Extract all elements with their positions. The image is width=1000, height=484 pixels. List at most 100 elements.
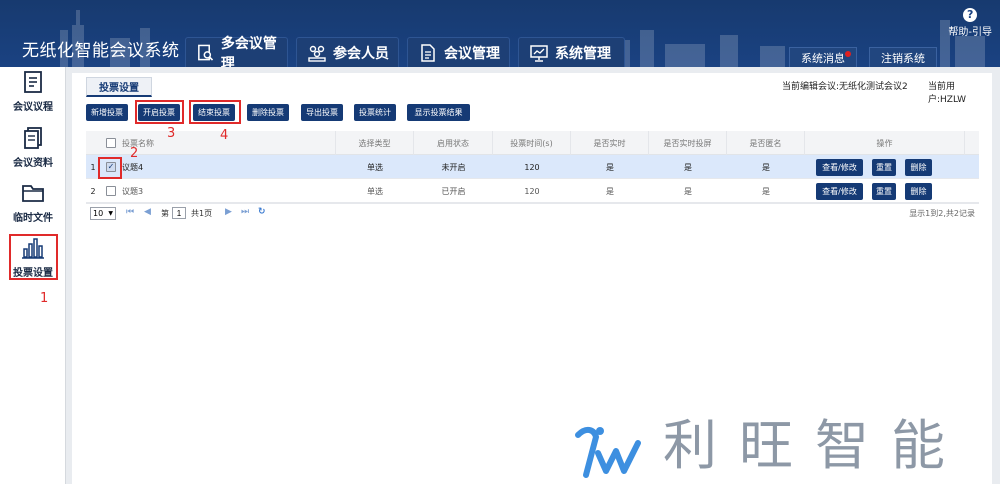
nav-tab-attendees[interactable]: 参会人员 — [296, 37, 399, 67]
last-page-icon[interactable]: ⏭ — [241, 207, 249, 217]
sidebar-item-materials[interactable]: 会议资料 — [0, 125, 66, 175]
search-doc-icon — [198, 44, 214, 61]
sidebar-item-label: 会议议程 — [13, 102, 53, 113]
select-all-cell — [100, 131, 122, 155]
vote-name: 议题4 — [122, 162, 144, 172]
people-icon — [308, 45, 326, 62]
next-page-icon[interactable]: ▶ — [225, 207, 232, 217]
annotation-box-checkbox — [98, 157, 122, 179]
export-vote-button[interactable]: 导出投票 — [301, 104, 343, 121]
column-header[interactable]: 投票名称 — [122, 131, 336, 155]
annotation-number-1: 1 — [40, 291, 49, 306]
reset-button[interactable]: 重置 — [872, 159, 896, 176]
help-icon: ? — [963, 8, 978, 22]
index-header — [86, 131, 100, 155]
vote-anonymous: 是 — [762, 186, 770, 196]
system-messages-label: 系统消息 — [801, 51, 845, 65]
vote-statistics-button[interactable]: 投票统计 — [354, 104, 396, 121]
record-summary: 显示1到2,共2记录 — [909, 209, 975, 218]
page-size-value: 10 — [93, 209, 104, 218]
logout-label: 注销系统 — [881, 51, 925, 65]
monitor-icon — [530, 44, 548, 62]
column-header[interactable]: 是否匿名 — [727, 131, 805, 155]
notification-dot-icon — [845, 51, 851, 57]
nav-tab-label: 参会人员 — [333, 45, 389, 62]
page-number-input[interactable] — [172, 207, 186, 219]
annotation-box-sidebar — [9, 234, 58, 280]
nav-tab-label: 多会议管理 — [220, 35, 277, 68]
page-size-select[interactable]: 10 ▼ — [90, 207, 116, 220]
vote-status: 未开启 — [441, 162, 466, 172]
row-index: 2 — [90, 186, 96, 196]
refresh-icon[interactable]: ↻ — [258, 207, 266, 217]
sidebar-item-agenda[interactable]: 会议议程 — [0, 69, 66, 119]
document-icon — [421, 43, 435, 62]
brand-watermark-text: 利旺智能 — [663, 414, 967, 477]
add-vote-button[interactable]: 新增投票 — [86, 104, 128, 121]
table-row[interactable]: 2 议题3 单选 已开启 120 是 是 是 查看/修改 重置 删除 — [86, 179, 979, 203]
annotation-number-2: 2 — [130, 146, 139, 161]
pagination-bar: 10 ▼ ⏮ ◀ 第 共1页 ▶ ⏭ ↻ 显示1到2,共2记录 — [86, 203, 979, 223]
view-edit-button[interactable]: 查看/修改 — [816, 183, 863, 200]
folder-icon — [22, 185, 44, 202]
current-user-label: 当前用户:HZLW — [928, 82, 967, 105]
page-count-label: 共1页 — [191, 209, 213, 218]
vote-realtime-screen: 是 — [684, 186, 692, 196]
vote-name: 议题3 — [122, 186, 144, 196]
nav-tab-system-management[interactable]: 系统管理 — [518, 37, 625, 67]
agenda-icon — [24, 71, 42, 93]
vote-time: 120 — [524, 186, 540, 196]
prev-page-icon[interactable]: ◀ — [144, 207, 151, 217]
tab-vote-settings[interactable]: 投票设置 — [86, 77, 152, 97]
current-meeting-label: 当前编辑会议:无纸化测试会议2 — [782, 82, 908, 92]
column-header[interactable]: 投票时间(s) — [493, 131, 571, 155]
vote-anonymous: 是 — [762, 162, 770, 172]
annotation-box-end-vote — [189, 100, 241, 124]
brand-logo-icon — [575, 427, 641, 478]
column-header: 操作 — [805, 131, 965, 155]
column-header[interactable]: 是否实时投屏 — [649, 131, 727, 155]
row-checkbox-cell — [100, 179, 122, 203]
app-title: 无纸化智能会议系统 — [22, 41, 180, 61]
show-vote-results-button[interactable]: 显示投票结果 — [407, 104, 470, 121]
delete-button[interactable]: 删除 — [905, 159, 932, 176]
delete-vote-button[interactable]: 删除投票 — [247, 104, 289, 121]
documents-icon — [24, 127, 42, 149]
delete-button[interactable]: 删除 — [905, 183, 932, 200]
vote-realtime: 是 — [606, 186, 614, 196]
view-edit-button[interactable]: 查看/修改 — [816, 159, 863, 176]
row-checkbox[interactable] — [106, 186, 116, 196]
nav-tab-label: 系统管理 — [555, 45, 611, 62]
page: 无纸化智能会议系统 多会议管理 参会人员 会议管理 系统管理 系统消息 注销系统… — [0, 0, 1000, 484]
vote-time: 120 — [524, 162, 540, 172]
column-header[interactable]: 选择类型 — [336, 131, 414, 155]
column-header[interactable]: 启用状态 — [414, 131, 493, 155]
system-messages-button[interactable]: 系统消息 — [789, 47, 857, 67]
vote-realtime-screen: 是 — [684, 162, 692, 172]
logout-button[interactable]: 注销系统 — [869, 47, 937, 67]
help-guide-button[interactable]: ? 帮助-引导 — [948, 8, 992, 38]
vote-type: 单选 — [367, 162, 383, 172]
sidebar-item-label: 会议资料 — [13, 158, 53, 169]
first-page-icon[interactable]: ⏮ — [126, 207, 134, 217]
sidebar-item-temp-files[interactable]: 临时文件 — [0, 180, 66, 230]
nav-tab-meeting-management[interactable]: 会议管理 — [407, 37, 510, 67]
column-header[interactable]: 是否实时 — [571, 131, 649, 155]
chevron-down-icon: ▼ — [108, 210, 113, 217]
app-header: 无纸化智能会议系统 多会议管理 参会人员 会议管理 系统管理 系统消息 注销系统… — [0, 0, 1000, 67]
brand-watermark: 利旺智能 — [570, 415, 990, 484]
table-row[interactable]: 1 ✓ 议题4 单选 未开启 120 是 是 是 查看/修改 重置 删除 — [86, 155, 979, 179]
vote-type: 单选 — [367, 186, 383, 196]
sidebar-item-label: 临时文件 — [13, 213, 53, 224]
reset-button[interactable]: 重置 — [872, 183, 896, 200]
vote-realtime: 是 — [606, 162, 614, 172]
vote-status: 已开启 — [441, 186, 466, 196]
help-label: 帮助-引导 — [948, 27, 992, 38]
nav-tab-label: 会议管理 — [444, 45, 500, 62]
page-prefix-label: 第 — [161, 209, 169, 218]
nav-tab-multi-meeting[interactable]: 多会议管理 — [185, 36, 288, 67]
annotation-number-4: 4 — [220, 128, 229, 143]
annotation-box-start-vote — [135, 100, 184, 124]
annotation-number-3: 3 — [167, 126, 176, 141]
select-all-checkbox[interactable] — [106, 138, 116, 148]
